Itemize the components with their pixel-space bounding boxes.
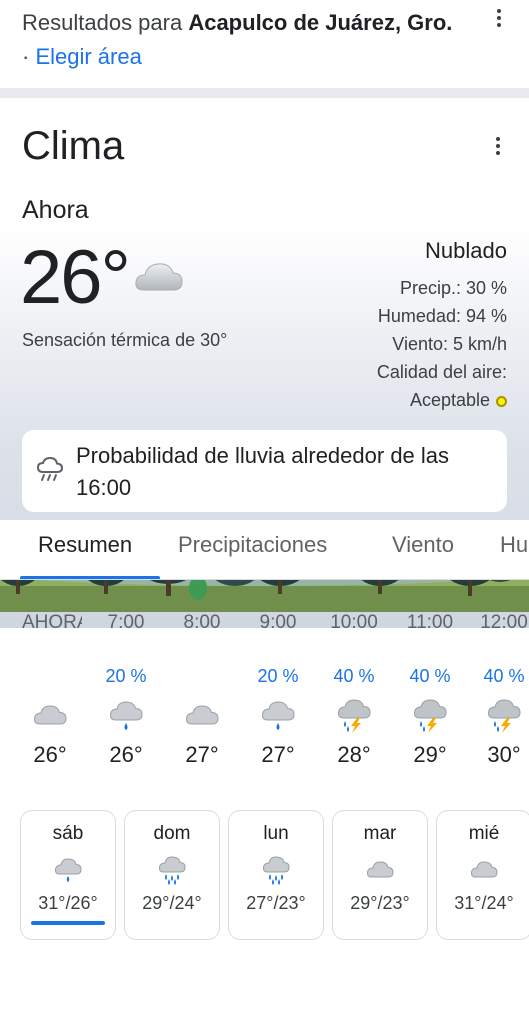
day-temperatures: 31°/26° [38,893,98,913]
day-card[interactable]: lun 27°/23° [228,810,324,940]
hour-label: 7:00 [107,612,145,633]
hour-temperature: 26° [33,742,67,767]
weather-more-options-icon[interactable] [488,136,508,156]
hourly-item[interactable]: 11:00 40 % 29° [392,612,468,767]
tab-precipitation[interactable]: Precipitaciones [178,532,327,558]
heavy-rain-icon [262,856,290,885]
hour-label: AHORA [22,612,82,633]
weather-tabs: Resumen Precipitaciones Viento Hu [0,520,529,580]
active-tab-indicator [20,576,160,579]
thunderstorm-icon [487,699,521,733]
day-name: dom [153,823,191,844]
hour-label: 10:00 [330,612,378,633]
thunderstorm-icon [337,699,371,733]
feels-like: Sensación térmica de 30° [22,330,228,350]
air-quality-text: Aceptable [409,390,490,410]
hour-temperature: 28° [337,742,371,767]
tab-humidity[interactable]: Hu [500,532,528,558]
precip-probability: 40 % [409,666,451,686]
day-temperatures: 29°/24° [142,893,202,913]
more-options-icon[interactable] [489,8,509,28]
precip-probability: 20 % [105,666,147,686]
cloud-icon [135,263,183,291]
precip-probability: 20 % [257,666,299,686]
day-name: mar [363,823,397,844]
rain-icon [54,858,82,882]
humidity-detail: Humedad: 94 % [377,306,507,326]
hourly-item[interactable]: 10:00 40 % 28° [316,612,392,767]
rain-icon [109,701,143,730]
hour-temperature: 30° [487,742,521,767]
cloud-icon [185,705,219,725]
cloud-icon [470,861,498,878]
hour-label: 9:00 [259,612,297,633]
tab-wind[interactable]: Viento [392,532,454,558]
rain-cloud-icon [36,456,64,481]
wind-detail: Viento: 5 km/h [392,334,507,354]
weather-title: Clima [22,124,125,168]
hour-temperature: 27° [185,742,219,767]
hour-label: 11:00 [406,612,454,633]
day-card[interactable]: dom 29°/24° [124,810,220,940]
location-name: Acapulco de Juárez, Gro. [188,10,453,35]
day-card[interactable]: mar 29°/23° [332,810,428,940]
rain-banner-text: Probabilidad de lluvia alrededor de las … [76,443,450,500]
results-prefix: Resultados para [22,10,189,35]
air-quality-value[interactable]: Aceptable [410,390,507,411]
hour-label: 12:00 [480,612,528,633]
tab-summary[interactable]: Resumen [38,532,132,558]
hour-temperature: 29° [413,742,447,767]
precipitation-detail: Precip.: 30 % [399,278,507,298]
precip-probability: 40 % [333,666,375,686]
condition-label: Nublado [425,238,507,263]
hour-temperature: 27° [261,742,295,767]
day-name: sáb [52,823,84,844]
rain-icon [261,701,295,730]
hourly-item[interactable]: 9:00 20 % 27° [240,612,316,767]
hour-label: 8:00 [183,612,221,633]
now-label: Ahora [22,196,89,224]
day-name: lun [263,823,289,844]
day-temperatures: 29°/23° [350,893,410,913]
heavy-rain-icon [158,856,186,885]
hourly-item[interactable]: 7:00 20 % 26° [88,612,164,767]
cloud-icon [366,861,394,878]
rain-probability-banner[interactable]: Probabilidad de lluvia alrededor de las … [22,430,507,512]
day-card-selected[interactable]: sáb 31°/26° [20,810,116,940]
selected-day-indicator [31,921,105,925]
day-name: mié [468,823,500,844]
air-quality-dot-icon [496,396,507,407]
thunderstorm-icon [413,699,447,733]
air-quality-label: Calidad del aire: [376,362,507,382]
results-header: Resultados para Acapulco de Juárez, Gro.… [0,0,529,88]
current-temperature: 26° [20,235,131,320]
cloud-icon [33,705,67,725]
hour-temperature: 26° [109,742,143,767]
results-location-text: Resultados para Acapulco de Juárez, Gro.… [22,6,462,74]
day-temperatures: 27°/23° [246,893,306,913]
day-card[interactable]: mié 31°/24° [436,810,529,940]
hourly-item[interactable]: AHORA 26° [12,612,88,767]
results-separator: · [22,44,36,69]
day-temperatures: 31°/24° [454,893,514,913]
section-divider [0,88,529,98]
hourly-item[interactable]: 8:00 27° [164,612,240,767]
precip-probability: 40 % [483,666,525,686]
choose-area-link[interactable]: Elegir área [35,44,141,69]
hourly-item[interactable]: 12:00 40 % 30° [466,612,529,767]
